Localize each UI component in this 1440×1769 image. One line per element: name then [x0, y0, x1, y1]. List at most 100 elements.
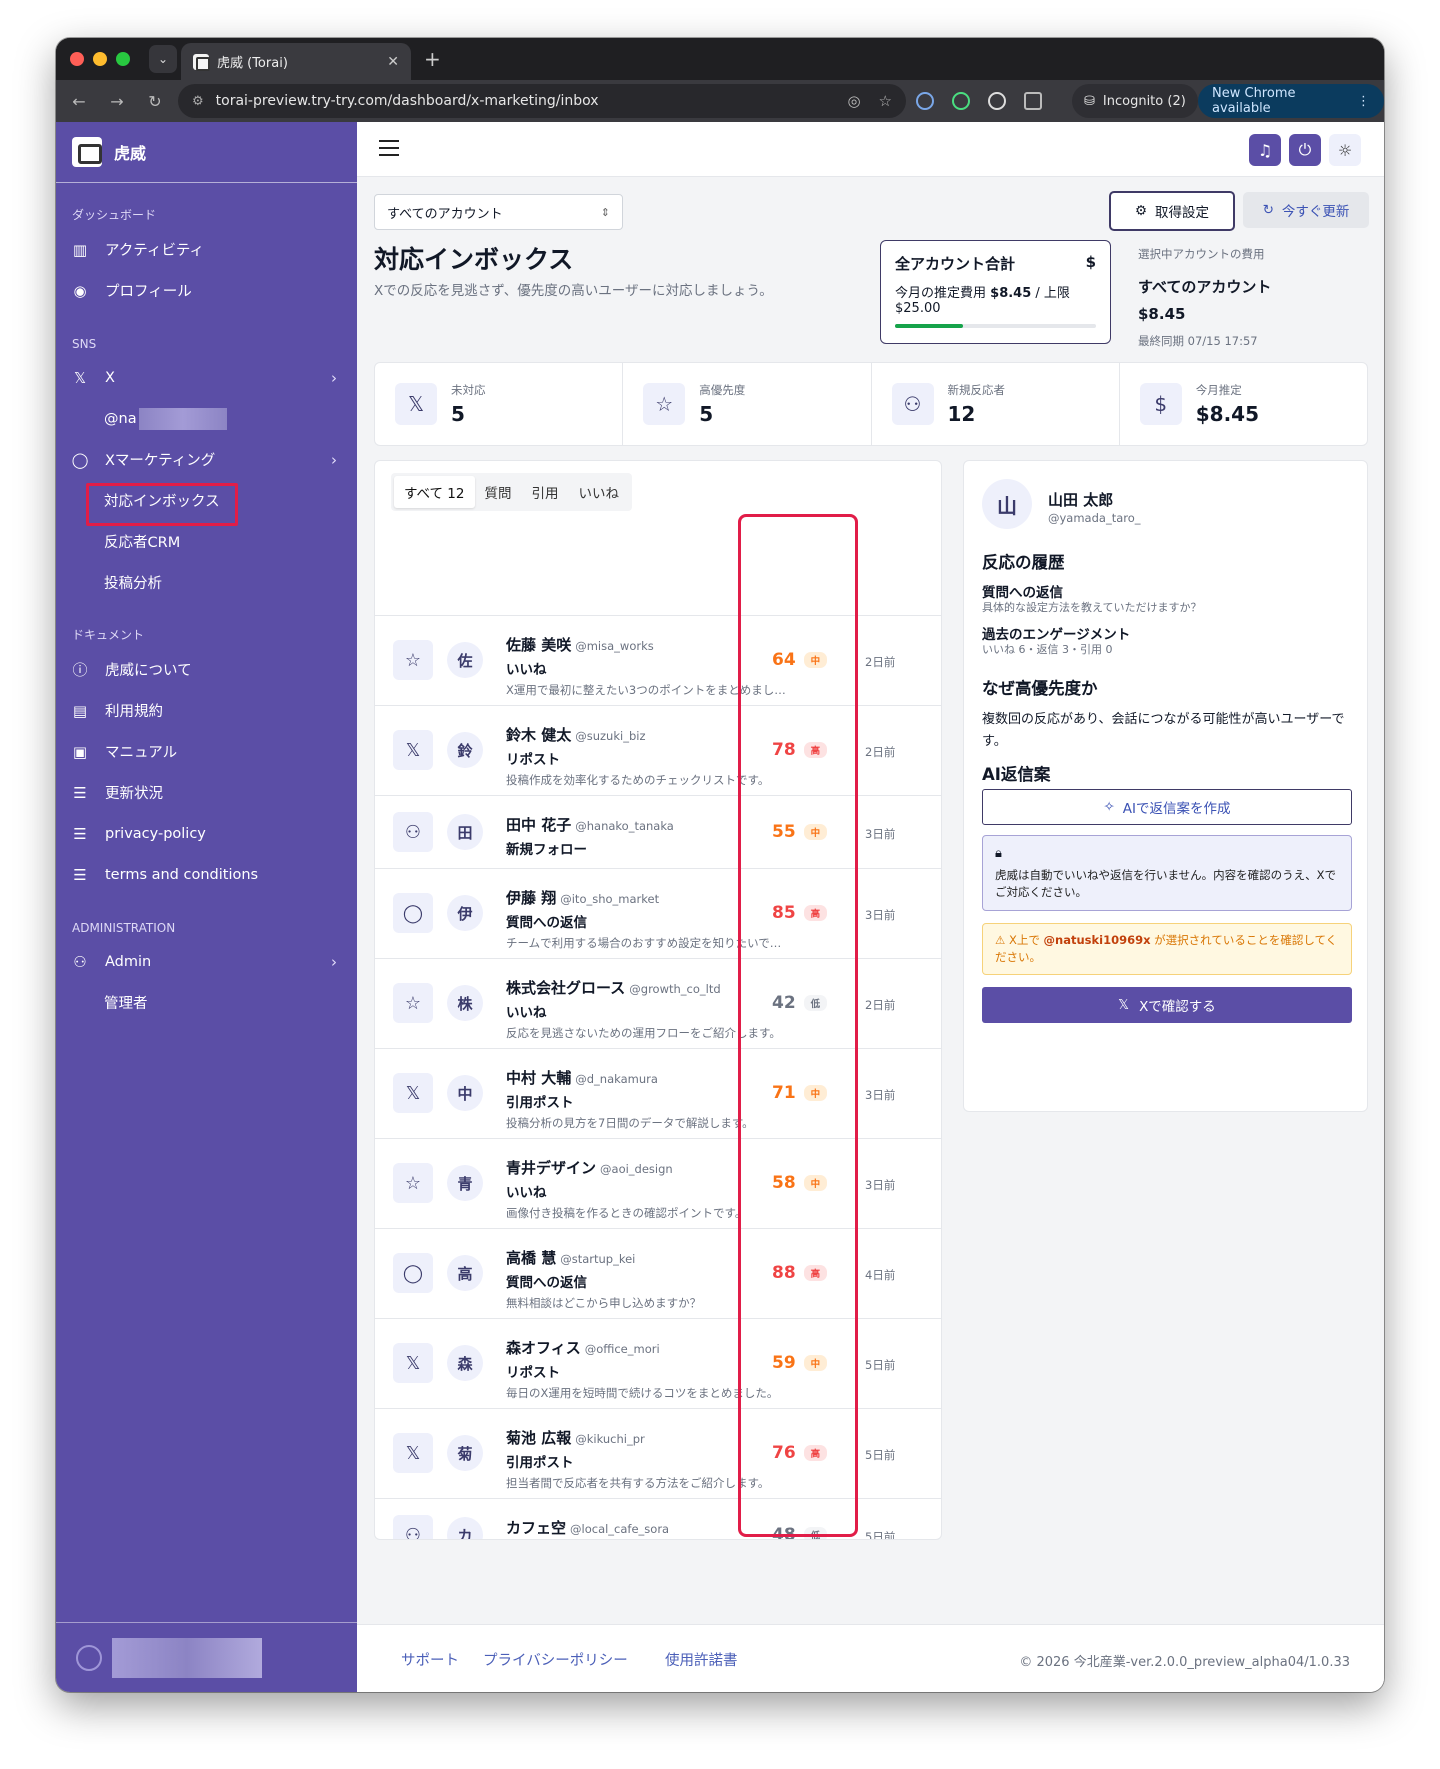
incognito-icon: ⛁: [1084, 93, 1095, 109]
table-row[interactable]: ⚇ カ カフェ空@local_cafe_sora新規フォロー48低 5日前: [375, 1498, 941, 1539]
row-name: 森オフィス: [506, 1339, 581, 1357]
footer-support-link[interactable]: サポート: [401, 1649, 459, 1670]
tab-questions[interactable]: 質問: [475, 476, 522, 508]
row-preview: 無料相談はどこから申し込めますか？: [506, 1296, 702, 1310]
zoom-window-button[interactable]: [116, 52, 130, 66]
table-row[interactable]: 𝕏 森 森オフィス @office_mori リポスト 毎日のX運用を短時間で続けるコツを…: [375, 1318, 941, 1408]
sidebar-item-privacy[interactable]: ☰ privacy-policy: [56, 813, 357, 854]
power-icon[interactable]: ⏻: [1289, 134, 1321, 166]
refresh-icon: ↻: [1262, 202, 1274, 218]
row-preview: 画像付き投稿を作るときの確認ポイントです。: [506, 1206, 747, 1220]
menu-icon[interactable]: [379, 140, 399, 156]
table-row[interactable]: ☆ 青 青井デザイン @aoi_design いいね 画像付き投稿を作るときの確認ポイント…: [375, 1138, 941, 1228]
browser-window: ⌄ 虎威 (Torai) ✕ + ← → ↻ ⚙ torai-preview.t…: [56, 38, 1384, 1692]
fetch-settings-button[interactable]: ⚙ 取得設定: [1109, 191, 1235, 231]
sidebar-item-activity[interactable]: ▥ アクティビティ: [56, 229, 357, 270]
tab-all[interactable]: すべて 12: [394, 476, 475, 508]
incognito-indicator[interactable]: ⛁ Incognito (2): [1072, 84, 1198, 118]
sidebar-item-analytics[interactable]: 投稿分析: [56, 562, 357, 603]
url-field[interactable]: ⚙ torai-preview.try-try.com/dashboard/x-…: [178, 84, 906, 118]
sidebar-item-x-marketing[interactable]: ◯ Xマーケティング ›: [56, 439, 357, 480]
selected-account-cost: 選択中アカウントの費用 すべてのアカウント $8.45 最終同期 07/15 1…: [1138, 247, 1272, 348]
priority-badge: 中: [803, 1085, 828, 1101]
list-icon: ☰: [73, 783, 87, 802]
bookmark-star-icon[interactable]: ☆: [879, 92, 892, 110]
user-menu[interactable]: [56, 1622, 357, 1692]
x-logo-icon: 𝕏: [1118, 997, 1130, 1013]
extension-circle-icon[interactable]: [952, 92, 970, 110]
chrome-update-button[interactable]: New Chrome available ⋮: [1198, 84, 1384, 118]
detail-name: 山田 太郎: [1048, 491, 1114, 509]
table-row[interactable]: 𝕏 中中村 大輔 @d_nakamura 引用ポスト 投稿分析の見方を7日間のデータで解…: [375, 1048, 941, 1138]
row-name: 鈴木 健太: [506, 726, 572, 744]
sidebar-item-about[interactable]: ⓘ 虎威について: [56, 649, 357, 690]
new-tab-icon[interactable]: +: [424, 47, 441, 71]
history-title: 反応の履歴: [982, 553, 1065, 572]
star-icon: ☆: [393, 640, 433, 680]
extensions-puzzle-icon[interactable]: [1024, 92, 1042, 110]
more-vertical-icon: ⋮: [1357, 93, 1370, 109]
tab-close-icon[interactable]: ✕: [387, 54, 399, 70]
tab-search-icon[interactable]: ⌄: [149, 45, 177, 73]
sun-icon[interactable]: ☼: [1329, 134, 1361, 166]
extension-react-icon[interactable]: [916, 92, 934, 110]
sidebar-item-crm[interactable]: 反応者CRM: [56, 521, 357, 562]
reload-icon[interactable]: ↻: [136, 92, 174, 111]
ai-reply-button[interactable]: ✧ AIで返信案を作成: [982, 789, 1352, 825]
sidebar-item-admin[interactable]: ⚇ Admin ›: [56, 941, 357, 982]
browser-tab[interactable]: 虎威 (Torai) ✕: [181, 43, 411, 80]
close-window-button[interactable]: [70, 52, 84, 66]
table-row[interactable]: ☆ 株 株式会社グロース @growth_co_ltd いいね 反応を見逃さないための運用…: [375, 958, 941, 1048]
sidebar-item-manual[interactable]: ▣ マニュアル: [56, 731, 357, 772]
why-text: 複数回の反応があり、会話につながる可能性が高いユーザーです。: [982, 712, 1345, 749]
bell-icon[interactable]: ♫: [1249, 134, 1281, 166]
row-text: 菊池 広報 @kikuchi_pr 引用ポスト 担当者間で反応者を共有する方法をご紹介…: [506, 1427, 796, 1491]
chat-icon: ◯: [393, 893, 433, 933]
avatar: 山: [982, 479, 1032, 529]
forward-icon[interactable]: →: [98, 92, 136, 111]
tab-likes[interactable]: いいね: [569, 476, 630, 508]
sidebar-item-inbox[interactable]: 対応インボックス: [56, 480, 357, 526]
sidebar-item-terms[interactable]: ▤ 利用規約: [56, 690, 357, 731]
priority-score: 48 低: [772, 1525, 828, 1539]
table-row[interactable]: 𝕏 鈴 鈴木 健太 @suzuki_biz リポスト 投稿作成を効率化するためのチェックリ…: [375, 705, 941, 795]
minimize-window-button[interactable]: [93, 52, 107, 66]
row-type: リポスト: [506, 752, 560, 768]
chevron-right-icon: ›: [331, 368, 337, 387]
row-time: 5日前: [865, 1358, 896, 1372]
site-info-icon[interactable]: ⚙: [192, 94, 204, 109]
table-row[interactable]: ☆ 佐 佐藤 美咲 @misa_works いいね X運用で最初に整えたい3つのポイントを…: [375, 615, 941, 705]
brand[interactable]: 虎威: [56, 122, 357, 183]
sidebar-item-x[interactable]: 𝕏 X ›: [56, 357, 357, 398]
table-row[interactable]: ◯ 高 高橋 慧 @startup_kei 質問への返信 無料相談はどこから申し込めますか…: [375, 1228, 941, 1318]
book-icon: ▣: [72, 742, 88, 761]
url-text: torai-preview.try-try.com/dashboard/x-ma…: [215, 93, 599, 109]
sidebar-item-updates[interactable]: ☰ 更新状況: [56, 772, 357, 813]
table-row[interactable]: ◯ 伊 伊藤 翔 @ito_sho_market 質問への返信 チームで利用する場合のおす…: [375, 868, 941, 958]
footer-privacy-link[interactable]: プライバシーポリシー: [483, 1649, 628, 1670]
avatar: 青: [447, 1165, 483, 1201]
table-row[interactable]: 𝕏 菊菊池 広報 @kikuchi_pr 引用ポスト 担当者間で反応者を共有する方法をご…: [375, 1408, 941, 1498]
row-type: 質問への返信: [506, 915, 587, 931]
row-time: 2日前: [865, 745, 896, 759]
back-icon[interactable]: ←: [60, 92, 98, 111]
sidebar-item-administrator[interactable]: 管理者: [56, 982, 357, 1023]
sidebar-item-terms-conditions[interactable]: ☰ terms and conditions: [56, 854, 357, 895]
priority-badge: 高: [803, 905, 828, 921]
extension-g-icon[interactable]: [988, 92, 1006, 110]
update-now-button[interactable]: ↻ 今すぐ更新: [1243, 192, 1369, 228]
priority-badge: 中: [803, 1355, 828, 1371]
eye-off-icon[interactable]: ◎: [847, 92, 860, 110]
x-logo-icon: 𝕏: [393, 730, 433, 770]
page-subtitle: Xでの反応を見逃さず、優先度の高いユーザーに対応しましょう。: [374, 283, 773, 299]
avatar: [76, 1644, 102, 1671]
open-in-x-button[interactable]: 𝕏 Xで確認する: [982, 987, 1352, 1023]
sidebar-item-x-account[interactable]: @na: [56, 398, 357, 439]
table-row[interactable]: ⚇ 田 田中 花子 @hanako_tanaka 新規フォロー 55 中 3日前: [375, 795, 941, 868]
account-select[interactable]: すべてのアカウント ⇕: [374, 194, 623, 230]
priority-score: 55 中: [772, 822, 828, 842]
tab-quotes[interactable]: 引用: [522, 476, 569, 508]
tab-title: 虎威 (Torai): [217, 56, 288, 71]
sidebar-item-profile[interactable]: ◉ プロフィール: [56, 270, 357, 311]
footer-license-link[interactable]: 使用許諾書: [665, 1649, 738, 1670]
